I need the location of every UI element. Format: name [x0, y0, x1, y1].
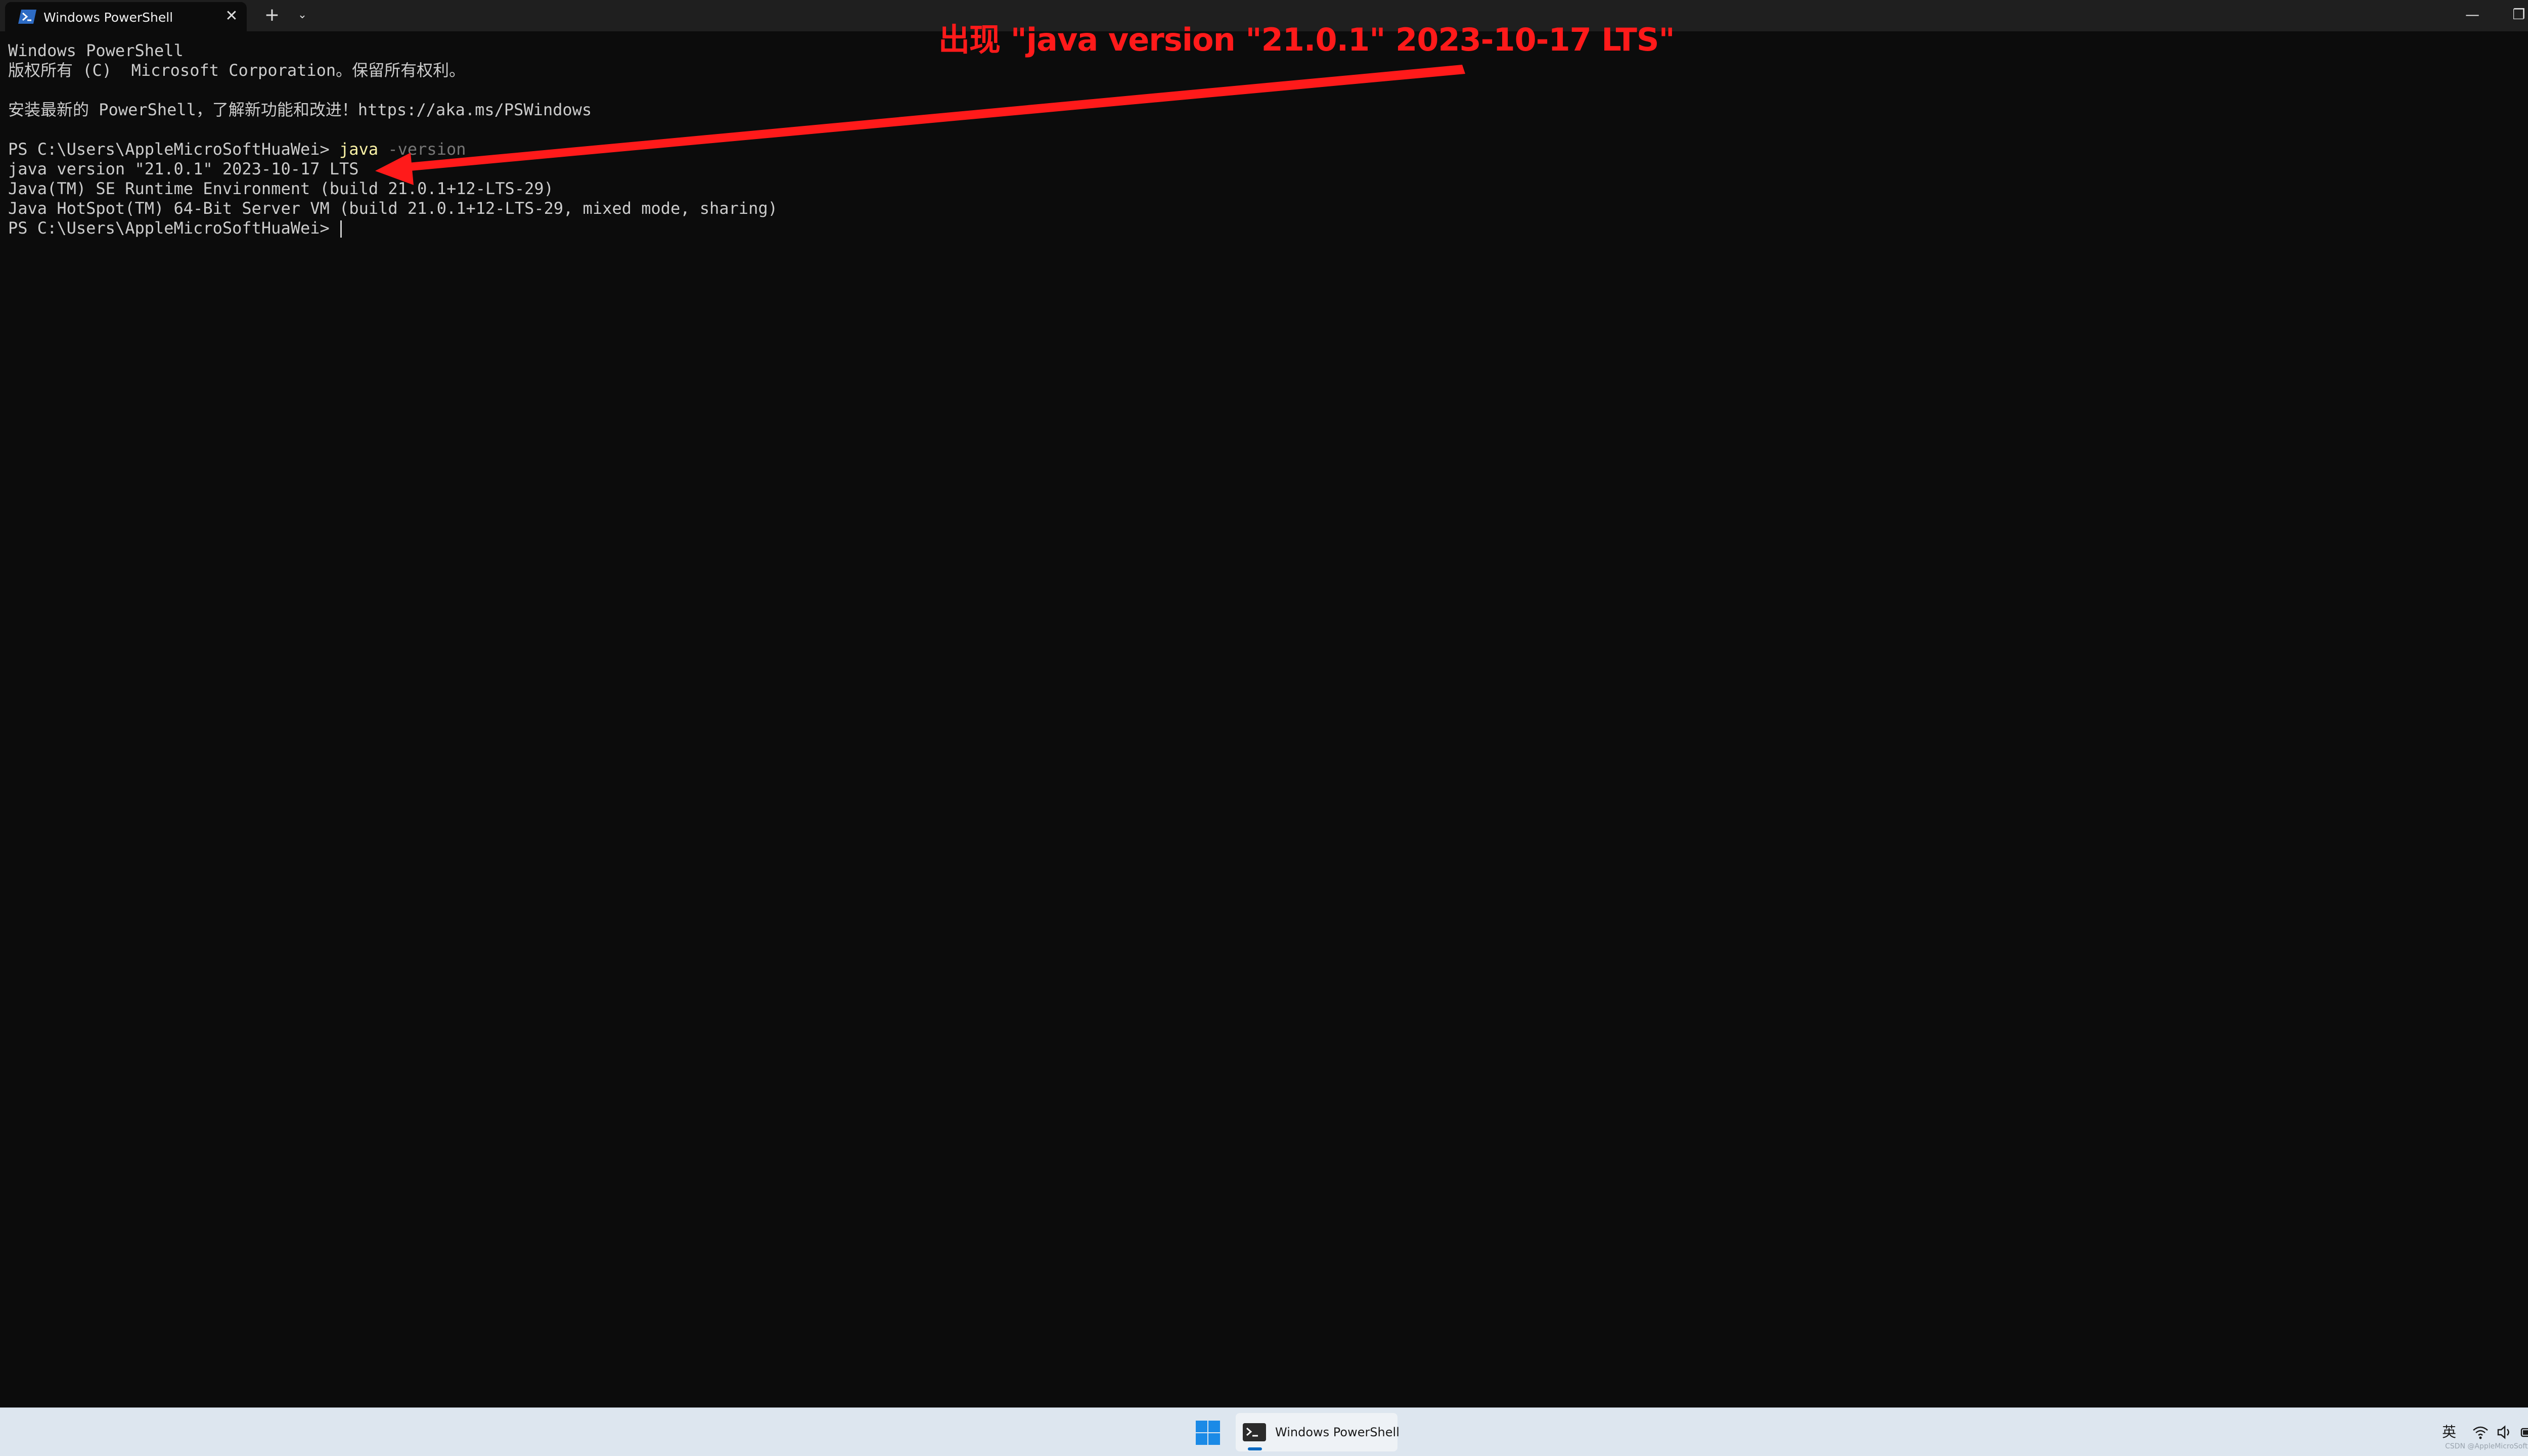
new-tab-button[interactable]: + [261, 4, 283, 26]
terminal-icon [1243, 1423, 1266, 1441]
terminal-output-line: Java HotSpot(TM) 64-Bit Server VM (build… [8, 199, 778, 218]
text-cursor [340, 220, 342, 238]
chevron-down-icon[interactable]: ⌄ [291, 4, 313, 26]
active-indicator [1248, 1447, 1262, 1450]
terminal-prompt-line: PS C:\Users\AppleMicroSoftHuaWei> [8, 218, 342, 238]
annotation-text: 出现 "java version "21.0.1" 2023-10-17 LTS… [938, 21, 1675, 58]
battery-icon[interactable] [2520, 1423, 2528, 1441]
tab-windows-powershell[interactable]: Windows PowerShell ✕ [5, 2, 247, 31]
wifi-icon[interactable] [2471, 1423, 2490, 1441]
tab-title: Windows PowerShell [43, 10, 173, 25]
terminal-line: Windows PowerShell [8, 41, 184, 60]
command-text: java [339, 140, 379, 159]
ime-indicator[interactable]: 英 [2442, 1421, 2456, 1441]
taskbar-app-powershell[interactable]: Windows PowerShell [1236, 1413, 1400, 1451]
restore-button[interactable]: ❐ [2496, 0, 2528, 29]
tab-close-icon[interactable]: ✕ [222, 7, 241, 25]
volume-icon[interactable] [2496, 1423, 2514, 1441]
prompt-text: PS C:\Users\AppleMicroSoftHuaWei> [8, 140, 340, 159]
terminal-prompt-line: PS C:\Users\AppleMicroSoftHuaWei> java -… [8, 139, 466, 159]
taskbar: Windows PowerShell 英 CSDN @AppleMicroSof… [0, 1407, 2528, 1456]
minimize-button[interactable]: — [2449, 0, 2496, 29]
terminal-line: 版权所有 (C) Microsoft Corporation。保留所有权利。 [8, 61, 466, 80]
terminal-output-line: Java(TM) SE Runtime Environment (build 2… [8, 179, 554, 198]
windows-start-icon[interactable] [1195, 1420, 1221, 1445]
terminal-pane[interactable]: Windows PowerShell 版权所有 (C) Microsoft Co… [0, 31, 2528, 1407]
powershell-icon [18, 10, 36, 24]
watermark: CSDN @AppleMicroSoftHuaWei [2445, 1442, 2528, 1450]
terminal-line: 安装最新的 PowerShell，了解新功能和改进！https://aka.ms… [8, 100, 592, 119]
terminal-output-line: java version "21.0.1" 2023-10-17 LTS [8, 159, 359, 178]
prompt-text: PS C:\Users\AppleMicroSoftHuaWei> [8, 218, 340, 238]
taskbar-app-label: Windows PowerShell [1275, 1425, 1400, 1439]
parameter-text: -version [378, 140, 466, 159]
